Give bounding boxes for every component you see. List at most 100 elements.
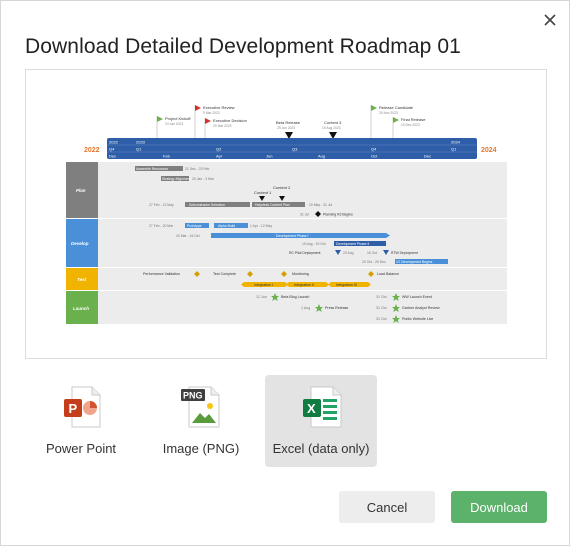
format-badge: PNG <box>183 391 203 401</box>
download-dialog: Download Detailed Development Roadmap 01… <box>0 0 570 546</box>
develop-item-label: Prototype <box>187 224 202 228</box>
lane-name: Launch <box>73 306 89 311</box>
lane-name: Test <box>77 277 87 282</box>
plan-item-label: Content 1 <box>254 190 272 195</box>
milestone-date: 24 Jan 2023 <box>165 122 183 126</box>
powerpoint-file-icon: P <box>62 385 102 434</box>
launch-item-label: Public Website Live <box>402 317 433 321</box>
develop-item-date: 20 Oct - 28 Dec <box>362 260 386 264</box>
milestone-label: Release Candidate <box>379 105 414 110</box>
milestone-executive-decision: Executive Decision 20 Mar 2023 <box>204 118 247 138</box>
milestone-date: 20 Nov 2023 <box>379 111 398 115</box>
develop-item-date: 1 Apr - 12 May <box>250 224 272 228</box>
quarter-cell: Q3 <box>292 147 298 152</box>
month-cell: Dec <box>424 154 431 159</box>
download-button[interactable]: Download <box>451 491 547 523</box>
cancel-button[interactable]: Cancel <box>339 491 435 523</box>
lane-name: Plan <box>76 188 86 193</box>
plan-item-label: Helpdesk Content Plan <box>255 203 290 207</box>
launch-item-label: Press Release <box>325 306 348 310</box>
milestone-date: 19 Dec 2023 <box>401 123 420 127</box>
launch-item-label: WW Launch Event <box>402 295 432 299</box>
timeline-header: 2022 2023 2024 Q4 Q1 Q2 Q3 Q4 Q1 Dec Feb… <box>107 138 477 159</box>
year-cell: 2023 <box>136 140 146 145</box>
test-item-label: Load Balance <box>377 272 399 276</box>
start-year-label: 2022 <box>84 147 100 154</box>
plan-item-date: 31 Jul <box>300 213 309 217</box>
milestone-label: Project Kickoff <box>165 116 191 121</box>
milestone-date: 29 Jun 2023 <box>277 126 295 130</box>
format-label: Image (PNG) <box>162 441 240 456</box>
dialog-title: Download Detailed Development Roadmap 01 <box>25 35 461 58</box>
test-lane-bg <box>66 268 507 290</box>
test-item-label: Integration I <box>254 283 273 287</box>
close-button[interactable] <box>539 9 561 31</box>
develop-item-date: 20 Mar - 16 Oct <box>176 234 200 238</box>
quarter-cell: Q4 <box>109 147 115 152</box>
month-cell: Dec <box>109 154 116 159</box>
format-label: Excel (data only) <box>272 441 370 456</box>
format-option-excel[interactable]: X Excel (data only) <box>265 375 377 467</box>
plan-item-label: Content 2 <box>273 185 291 190</box>
plan-item-date: 27 Feb - 12 May <box>149 203 174 207</box>
launch-item-date: 31 Oct <box>376 295 387 299</box>
develop-item-label: Development Phase I <box>276 234 308 238</box>
excel-file-icon: X <box>301 385 343 434</box>
milestone-label: Beta Release <box>276 120 301 125</box>
test-item-label: Test Complete <box>213 272 236 276</box>
month-cell: Oct <box>371 154 378 159</box>
lane-name: Develop <box>71 241 89 246</box>
month-cell: Feb <box>163 154 171 159</box>
quarter-cell: Q4 <box>371 147 377 152</box>
format-option-png[interactable]: PNG Image (PNG) <box>155 375 247 467</box>
plan-item-date: 20 Jan - 3 Mar <box>192 177 215 181</box>
milestone-project-kickoff: Project Kickoff 24 Jan 2023 <box>156 116 191 138</box>
develop-item-label: RC Pilot Deployment <box>289 251 321 255</box>
develop-item-date: 23 Aug <box>343 251 354 255</box>
png-image-file-icon: PNG <box>179 385 223 434</box>
develop-item-date: 27 Feb - 20 Mar <box>149 224 174 228</box>
launch-item-date: 12 Jun <box>256 295 267 299</box>
launch-item-label: Gartner Analyst Review <box>402 306 440 310</box>
launch-item-label: Beta Blog Launch <box>281 295 309 299</box>
month-cell: Apr <box>216 154 223 159</box>
format-label: Power Point <box>45 441 117 456</box>
launch-item-date: 31 Oct <box>376 317 387 321</box>
test-item-label: Integration II <box>294 283 314 287</box>
develop-item-label: V2 Development Begins <box>396 260 433 264</box>
develop-item-label: Development Phase II <box>336 242 369 246</box>
plan-item-label: Assemble Resources <box>136 167 168 171</box>
develop-item-label: RTW Deployment <box>391 251 418 255</box>
milestone-date: 20 Mar 2023 <box>213 124 232 128</box>
month-cell: Jun <box>266 154 272 159</box>
close-icon <box>544 14 556 26</box>
milestone-date: 9 Mar 2023 <box>203 111 220 115</box>
test-item-label: Performance Validation <box>143 272 180 276</box>
quarter-cell: Q1 <box>136 147 142 152</box>
test-item-label: Monitoring <box>292 272 309 276</box>
launch-item-date: 31 Oct <box>376 306 387 310</box>
roadmap-preview: Project Kickoff 24 Jan 2023 Executive Re… <box>25 69 547 359</box>
format-option-powerpoint[interactable]: P Power Point <box>35 375 127 467</box>
milestone-final-release: Final Release 19 Dec 2023 <box>392 117 426 138</box>
launch-item-date: 1 Aug <box>301 306 310 310</box>
develop-item-date: 19 Aug - 19 Oct <box>302 242 326 246</box>
milestone-date: 19 Aug 2023 <box>322 126 341 130</box>
milestone-label: Executive Decision <box>213 118 247 123</box>
plan-item-date: 21 Dec - 23 Feb <box>185 167 209 171</box>
develop-item-date: 16 Oct <box>367 251 377 255</box>
milestone-label: Content 3 <box>324 120 342 125</box>
test-item-label: Integration III <box>336 283 357 287</box>
year-cell: 2024 <box>451 140 461 145</box>
plan-item-date: 19 May - 31 Jul <box>309 203 332 207</box>
end-year-label: 2024 <box>481 147 497 154</box>
milestone-label: Final Release <box>401 117 426 122</box>
format-badge: P <box>69 401 78 416</box>
plan-item-label: Subcontractor Selection <box>189 203 225 207</box>
milestone-beta-release: Beta Release 29 Jun 2023 <box>276 120 301 139</box>
milestone-content-3: Content 3 19 Aug 2023 <box>322 120 342 139</box>
milestone-label: Executive Review <box>203 105 235 110</box>
format-options: P Power Point PNG Image (PNG) X Excel (d… <box>25 375 385 467</box>
plan-item-label: Planning R2 Begins <box>323 213 353 217</box>
format-badge: X <box>307 401 316 416</box>
